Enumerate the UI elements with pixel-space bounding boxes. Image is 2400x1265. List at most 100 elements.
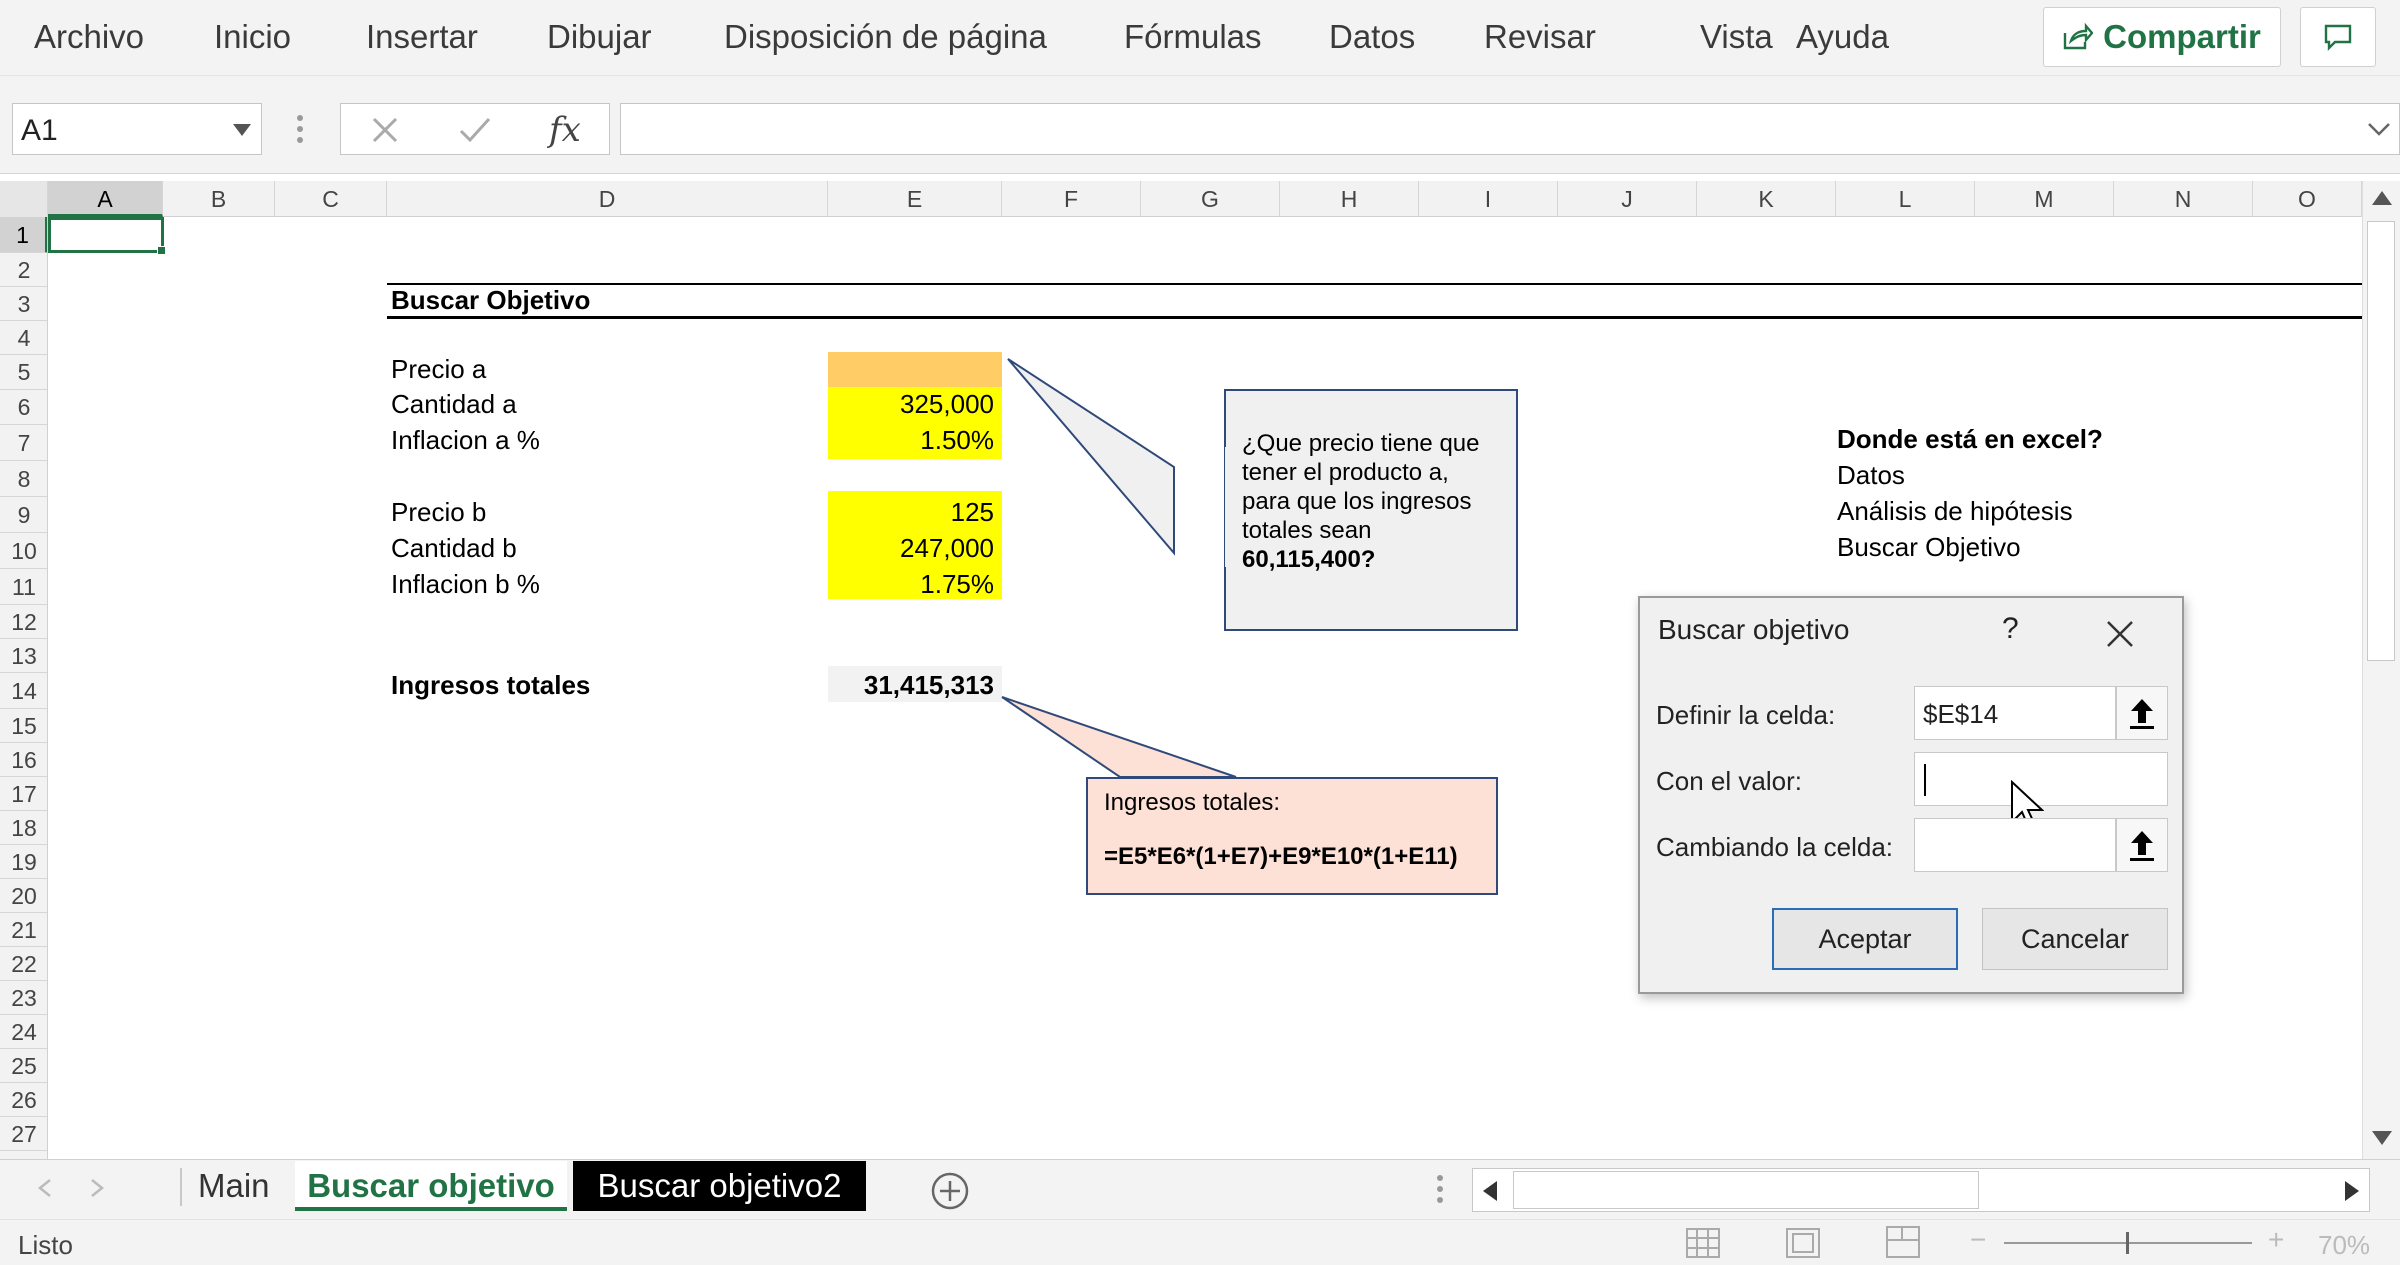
col-header-m[interactable]: M	[1975, 181, 2114, 217]
row-header[interactable]: 5	[0, 355, 47, 390]
vertical-scroll-thumb[interactable]	[2367, 221, 2395, 661]
row-header[interactable]: 12	[0, 605, 47, 639]
value-ingresos-totales[interactable]: 31,415,313	[828, 670, 1002, 701]
row-header[interactable]: 2	[0, 253, 47, 287]
normal-view-icon[interactable]	[1686, 1228, 1720, 1258]
scroll-up-icon[interactable]	[2372, 191, 2392, 205]
row-header[interactable]: 1	[0, 217, 47, 253]
row-header[interactable]: 28	[0, 1151, 47, 1159]
col-header-h[interactable]: H	[1280, 181, 1419, 217]
chevron-down-icon[interactable]	[233, 124, 251, 136]
value-precio-b[interactable]: 125	[828, 497, 1002, 528]
prev-sheet-icon[interactable]	[38, 1178, 52, 1198]
row-header[interactable]: 3	[0, 287, 47, 321]
zoom-out-button[interactable]: −	[1970, 1224, 1986, 1256]
col-header-k[interactable]: K	[1697, 181, 1836, 217]
row-header[interactable]: 19	[0, 845, 47, 879]
tab-revisar[interactable]: Revisar	[1484, 18, 1596, 56]
row-header[interactable]: 22	[0, 947, 47, 981]
row-header[interactable]: 10	[0, 533, 47, 569]
scroll-down-icon[interactable]	[2372, 1131, 2392, 1145]
row-header[interactable]: 20	[0, 879, 47, 913]
row-header[interactable]: 13	[0, 639, 47, 673]
fill-handle[interactable]	[157, 246, 166, 255]
add-sheet-icon[interactable]	[930, 1171, 970, 1211]
row-header[interactable]: 25	[0, 1049, 47, 1083]
row-header[interactable]: 11	[0, 569, 47, 605]
col-header-a[interactable]: A	[48, 181, 163, 217]
col-header-d[interactable]: D	[387, 181, 828, 217]
page-break-icon[interactable]	[1886, 1226, 1920, 1258]
ok-button[interactable]: Aceptar	[1772, 908, 1958, 970]
tab-archivo[interactable]: Archivo	[34, 18, 144, 56]
row-header[interactable]: 6	[0, 390, 47, 425]
scroll-right-icon[interactable]	[2345, 1181, 2359, 1201]
value-inflacion-a[interactable]: 1.50%	[828, 425, 1002, 456]
row-header[interactable]: 17	[0, 777, 47, 811]
enter-check-icon[interactable]	[459, 116, 491, 144]
zoom-level[interactable]: 70%	[2318, 1230, 2370, 1261]
col-header-e[interactable]: E	[828, 181, 1002, 217]
set-cell-ref-button[interactable]	[2116, 686, 2168, 740]
changing-cell-input[interactable]	[1914, 818, 2116, 872]
row-header[interactable]: 21	[0, 913, 47, 947]
changing-cell-ref-button[interactable]	[2116, 818, 2168, 872]
cancel-x-icon[interactable]	[371, 116, 399, 144]
tab-dibujar[interactable]: Dibujar	[547, 18, 652, 56]
vertical-scrollbar[interactable]	[2362, 181, 2400, 1159]
close-icon[interactable]	[2106, 620, 2134, 648]
tab-insertar[interactable]: Insertar	[366, 18, 478, 56]
sheet-tab-main[interactable]: Main	[198, 1161, 270, 1211]
col-header-i[interactable]: I	[1419, 181, 1558, 217]
expand-formula-icon[interactable]	[2367, 122, 2391, 136]
dialog-help-button[interactable]: ?	[2002, 612, 2019, 646]
split-dots-icon[interactable]	[1436, 1174, 1444, 1204]
horizontal-scrollbar[interactable]	[1472, 1168, 2370, 1212]
col-header-n[interactable]: N	[2114, 181, 2253, 217]
row-header[interactable]: 7	[0, 425, 47, 461]
cancel-button[interactable]: Cancelar	[1982, 908, 2168, 970]
formula-input[interactable]	[620, 103, 2400, 155]
col-header-o[interactable]: O	[2253, 181, 2362, 217]
select-all-corner[interactable]	[0, 181, 48, 217]
tab-datos[interactable]: Datos	[1329, 18, 1415, 56]
tab-formulas[interactable]: Fórmulas	[1124, 18, 1262, 56]
tab-disposicion[interactable]: Disposición de página	[724, 18, 1047, 56]
col-header-j[interactable]: J	[1558, 181, 1697, 217]
value-cantidad-b[interactable]: 247,000	[828, 533, 1002, 564]
set-cell-input[interactable]: $E$14	[1914, 686, 2116, 740]
active-cell-a1[interactable]	[48, 217, 164, 253]
row-header[interactable]: 23	[0, 981, 47, 1015]
col-header-b[interactable]: B	[163, 181, 275, 217]
row-header[interactable]: 27	[0, 1117, 47, 1151]
row-header[interactable]: 24	[0, 1015, 47, 1049]
tab-ayuda[interactable]: Ayuda	[1796, 18, 1889, 56]
zoom-in-button[interactable]: +	[2268, 1224, 2284, 1256]
value-inflacion-b[interactable]: 1.75%	[828, 569, 1002, 600]
col-header-c[interactable]: C	[275, 181, 387, 217]
col-header-l[interactable]: L	[1836, 181, 1975, 217]
col-header-g[interactable]: G	[1141, 181, 1280, 217]
value-cantidad-a[interactable]: 325,000	[828, 389, 1002, 420]
row-header[interactable]: 18	[0, 811, 47, 845]
name-box[interactable]: A1	[12, 103, 262, 155]
share-button[interactable]: Compartir	[2043, 7, 2281, 67]
tab-inicio[interactable]: Inicio	[214, 18, 291, 56]
horizontal-scroll-thumb[interactable]	[1513, 1171, 1979, 1209]
zoom-slider-thumb[interactable]	[2126, 1232, 2129, 1254]
next-sheet-icon[interactable]	[90, 1178, 104, 1198]
row-header[interactable]: 4	[0, 321, 47, 355]
row-header[interactable]: 14	[0, 673, 47, 709]
page-layout-icon[interactable]	[1786, 1228, 1820, 1258]
comments-button[interactable]	[2300, 7, 2376, 67]
row-header[interactable]: 16	[0, 743, 47, 777]
sheet-tab-buscar-objetivo2[interactable]: Buscar objetivo2	[573, 1161, 866, 1211]
row-header[interactable]: 26	[0, 1083, 47, 1117]
col-header-f[interactable]: F	[1002, 181, 1141, 217]
row-header[interactable]: 15	[0, 709, 47, 743]
row-header[interactable]: 9	[0, 497, 47, 533]
tab-vista[interactable]: Vista	[1700, 18, 1773, 56]
scroll-left-icon[interactable]	[1483, 1181, 1497, 1201]
sheet-tab-buscar-objetivo[interactable]: Buscar objetivo	[295, 1161, 567, 1211]
row-header[interactable]: 8	[0, 461, 47, 497]
